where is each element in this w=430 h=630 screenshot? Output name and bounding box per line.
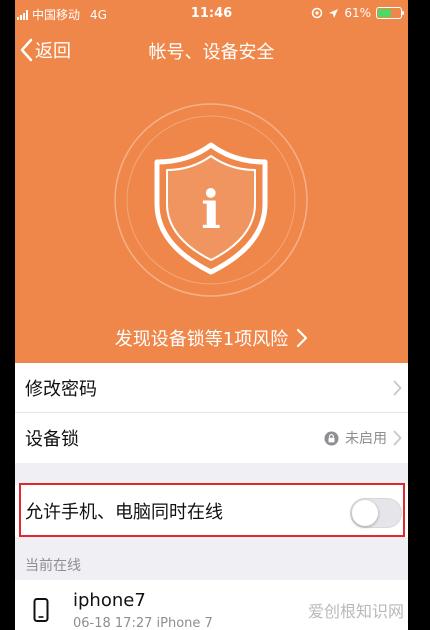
phone-icon bbox=[33, 598, 49, 622]
device-lock-label: 设备锁 bbox=[25, 429, 79, 450]
chevron-right-icon bbox=[297, 328, 308, 348]
battery-icon bbox=[376, 7, 404, 19]
security-hero: 中国移动 4G 11:46 61% 返回 帐号、设备安全 i 发现设备锁等1项风… bbox=[15, 0, 408, 363]
watermark: 爱创根知识网 bbox=[307, 602, 404, 621]
battery-percent: 61% bbox=[344, 6, 371, 20]
device-meta: 06-18 17:27 iPhone 7 bbox=[73, 616, 213, 630]
change-password-label: 修改密码 bbox=[25, 378, 97, 400]
row-accessory: 未启用 bbox=[324, 413, 402, 463]
device-lock-row[interactable]: 设备锁 未启用 bbox=[15, 413, 408, 463]
row-accessory bbox=[393, 363, 402, 413]
app-screen: 中国移动 4G 11:46 61% 返回 帐号、设备安全 i 发现设备锁等1项风… bbox=[15, 0, 408, 630]
status-right: 61% bbox=[311, 6, 404, 20]
location-icon bbox=[329, 8, 339, 18]
device-name: iphone7 bbox=[73, 590, 146, 611]
highlight-box bbox=[19, 483, 405, 537]
shield-info-icon: i bbox=[154, 142, 268, 275]
chevron-right-icon bbox=[393, 380, 402, 396]
shield-graphic: i bbox=[111, 100, 311, 300]
orientation-lock-icon bbox=[312, 7, 323, 19]
security-settings-list: 修改密码 设备锁 未启用 bbox=[15, 363, 408, 463]
current-online-section-label: 当前在线 bbox=[25, 558, 81, 574]
risk-alert-text: 发现设备锁等1项风险 bbox=[114, 329, 289, 350]
shield-glyph: i bbox=[201, 180, 221, 241]
status-bar: 中国移动 4G 11:46 61% bbox=[15, 0, 408, 28]
nav-bar: 返回 帐号、设备安全 bbox=[15, 30, 408, 70]
chevron-right-icon bbox=[393, 430, 402, 446]
change-password-row[interactable]: 修改密码 bbox=[15, 363, 408, 413]
risk-alert-link[interactable]: 发现设备锁等1项风险 bbox=[15, 325, 408, 351]
lock-icon bbox=[324, 431, 339, 445]
device-lock-status: 未启用 bbox=[345, 431, 387, 447]
page-title: 帐号、设备安全 bbox=[148, 42, 275, 63]
